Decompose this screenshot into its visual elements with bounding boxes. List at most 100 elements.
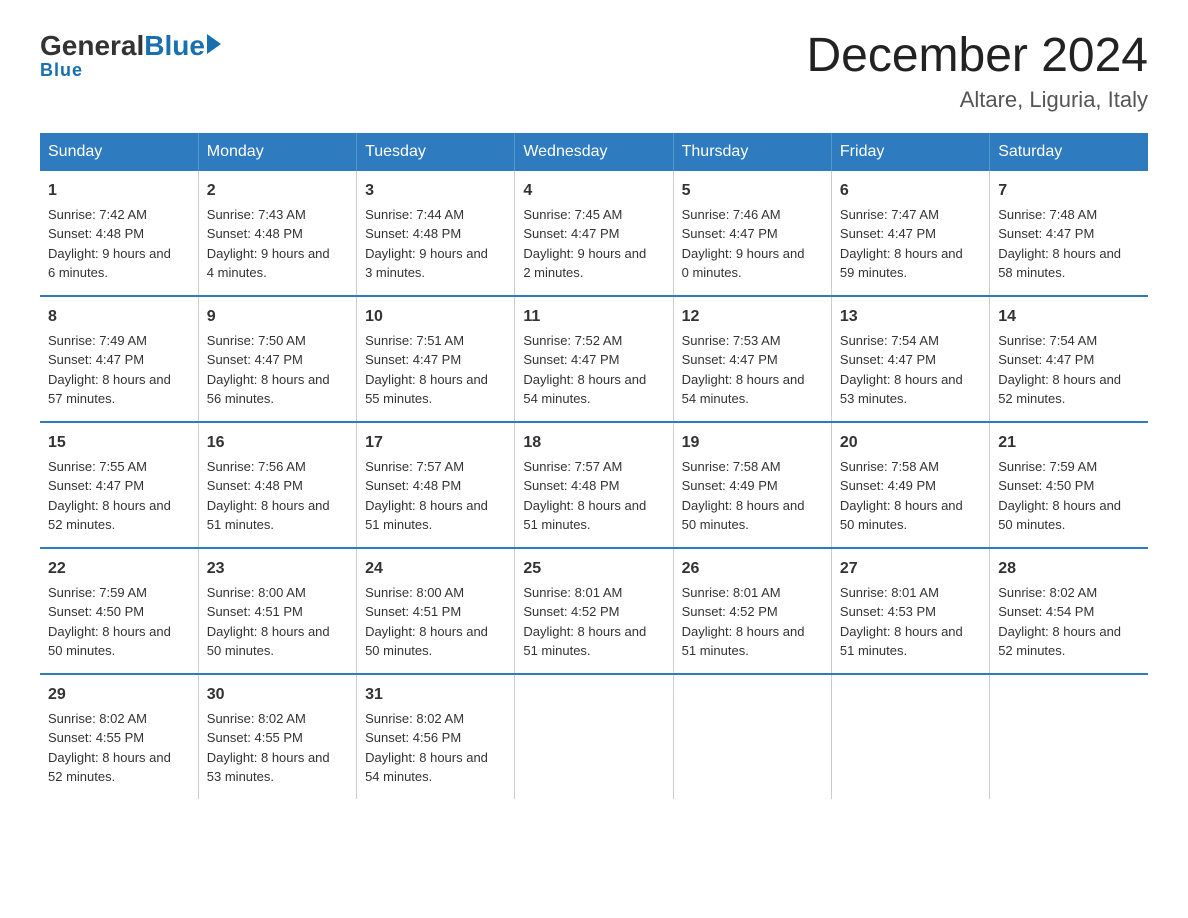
day-number: 31 bbox=[365, 683, 506, 707]
day-info: Sunrise: 7:58 AMSunset: 4:49 PMDaylight:… bbox=[840, 457, 981, 535]
calendar-day-cell: 30Sunrise: 8:02 AMSunset: 4:55 PMDayligh… bbox=[198, 674, 356, 799]
day-info: Sunrise: 7:52 AMSunset: 4:47 PMDaylight:… bbox=[523, 331, 664, 409]
calendar-day-cell: 31Sunrise: 8:02 AMSunset: 4:56 PMDayligh… bbox=[357, 674, 515, 799]
day-number: 5 bbox=[682, 179, 823, 203]
day-info: Sunrise: 8:01 AMSunset: 4:53 PMDaylight:… bbox=[840, 583, 981, 661]
calendar-week-row: 22Sunrise: 7:59 AMSunset: 4:50 PMDayligh… bbox=[40, 548, 1148, 674]
day-info: Sunrise: 7:54 AMSunset: 4:47 PMDaylight:… bbox=[998, 331, 1140, 409]
day-number: 23 bbox=[207, 557, 348, 581]
day-number: 17 bbox=[365, 431, 506, 455]
calendar-day-cell: 8Sunrise: 7:49 AMSunset: 4:47 PMDaylight… bbox=[40, 296, 198, 422]
calendar-week-row: 1Sunrise: 7:42 AMSunset: 4:48 PMDaylight… bbox=[40, 171, 1148, 296]
day-info: Sunrise: 7:45 AMSunset: 4:47 PMDaylight:… bbox=[523, 205, 664, 283]
calendar-day-cell: 14Sunrise: 7:54 AMSunset: 4:47 PMDayligh… bbox=[990, 296, 1148, 422]
day-info: Sunrise: 7:57 AMSunset: 4:48 PMDaylight:… bbox=[365, 457, 506, 535]
day-of-week-header: Friday bbox=[831, 133, 989, 171]
day-number: 3 bbox=[365, 179, 506, 203]
day-of-week-header: Wednesday bbox=[515, 133, 673, 171]
calendar-day-cell: 3Sunrise: 7:44 AMSunset: 4:48 PMDaylight… bbox=[357, 171, 515, 296]
calendar-day-cell: 2Sunrise: 7:43 AMSunset: 4:48 PMDaylight… bbox=[198, 171, 356, 296]
logo-blue-text: Blue bbox=[144, 30, 205, 62]
calendar-day-cell: 18Sunrise: 7:57 AMSunset: 4:48 PMDayligh… bbox=[515, 422, 673, 548]
day-info: Sunrise: 8:00 AMSunset: 4:51 PMDaylight:… bbox=[365, 583, 506, 661]
day-number: 11 bbox=[523, 305, 664, 329]
day-number: 18 bbox=[523, 431, 664, 455]
day-info: Sunrise: 8:02 AMSunset: 4:56 PMDaylight:… bbox=[365, 709, 506, 787]
calendar-day-cell: 22Sunrise: 7:59 AMSunset: 4:50 PMDayligh… bbox=[40, 548, 198, 674]
day-of-week-header: Sunday bbox=[40, 133, 198, 171]
day-info: Sunrise: 7:56 AMSunset: 4:48 PMDaylight:… bbox=[207, 457, 348, 535]
calendar-day-cell bbox=[515, 674, 673, 799]
day-number: 13 bbox=[840, 305, 981, 329]
calendar-day-cell: 27Sunrise: 8:01 AMSunset: 4:53 PMDayligh… bbox=[831, 548, 989, 674]
day-number: 14 bbox=[998, 305, 1140, 329]
day-number: 29 bbox=[48, 683, 190, 707]
day-of-week-header: Saturday bbox=[990, 133, 1148, 171]
day-info: Sunrise: 7:46 AMSunset: 4:47 PMDaylight:… bbox=[682, 205, 823, 283]
calendar-day-cell: 21Sunrise: 7:59 AMSunset: 4:50 PMDayligh… bbox=[990, 422, 1148, 548]
day-number: 15 bbox=[48, 431, 190, 455]
calendar-day-cell: 7Sunrise: 7:48 AMSunset: 4:47 PMDaylight… bbox=[990, 171, 1148, 296]
day-of-week-header: Monday bbox=[198, 133, 356, 171]
calendar-day-cell: 13Sunrise: 7:54 AMSunset: 4:47 PMDayligh… bbox=[831, 296, 989, 422]
day-number: 2 bbox=[207, 179, 348, 203]
day-number: 12 bbox=[682, 305, 823, 329]
calendar-day-cell: 5Sunrise: 7:46 AMSunset: 4:47 PMDaylight… bbox=[673, 171, 831, 296]
day-number: 8 bbox=[48, 305, 190, 329]
day-info: Sunrise: 7:51 AMSunset: 4:47 PMDaylight:… bbox=[365, 331, 506, 409]
calendar-day-cell: 6Sunrise: 7:47 AMSunset: 4:47 PMDaylight… bbox=[831, 171, 989, 296]
day-info: Sunrise: 7:59 AMSunset: 4:50 PMDaylight:… bbox=[48, 583, 190, 661]
logo: General Blue Blue bbox=[40, 30, 221, 81]
calendar-day-cell: 17Sunrise: 7:57 AMSunset: 4:48 PMDayligh… bbox=[357, 422, 515, 548]
day-info: Sunrise: 7:58 AMSunset: 4:49 PMDaylight:… bbox=[682, 457, 823, 535]
day-info: Sunrise: 7:57 AMSunset: 4:48 PMDaylight:… bbox=[523, 457, 664, 535]
day-number: 9 bbox=[207, 305, 348, 329]
calendar-day-cell bbox=[673, 674, 831, 799]
day-of-week-header: Tuesday bbox=[357, 133, 515, 171]
calendar-day-cell: 19Sunrise: 7:58 AMSunset: 4:49 PMDayligh… bbox=[673, 422, 831, 548]
day-number: 21 bbox=[998, 431, 1140, 455]
day-info: Sunrise: 8:02 AMSunset: 4:55 PMDaylight:… bbox=[207, 709, 348, 787]
day-info: Sunrise: 7:50 AMSunset: 4:47 PMDaylight:… bbox=[207, 331, 348, 409]
day-number: 20 bbox=[840, 431, 981, 455]
day-info: Sunrise: 7:43 AMSunset: 4:48 PMDaylight:… bbox=[207, 205, 348, 283]
day-number: 16 bbox=[207, 431, 348, 455]
calendar-day-cell: 4Sunrise: 7:45 AMSunset: 4:47 PMDaylight… bbox=[515, 171, 673, 296]
month-year-title: December 2024 bbox=[806, 30, 1148, 83]
calendar-week-row: 29Sunrise: 8:02 AMSunset: 4:55 PMDayligh… bbox=[40, 674, 1148, 799]
location-subtitle: Altare, Liguria, Italy bbox=[806, 87, 1148, 113]
calendar-day-cell: 28Sunrise: 8:02 AMSunset: 4:54 PMDayligh… bbox=[990, 548, 1148, 674]
day-number: 6 bbox=[840, 179, 981, 203]
calendar-day-cell: 29Sunrise: 8:02 AMSunset: 4:55 PMDayligh… bbox=[40, 674, 198, 799]
day-number: 7 bbox=[998, 179, 1140, 203]
day-number: 26 bbox=[682, 557, 823, 581]
calendar-day-cell: 20Sunrise: 7:58 AMSunset: 4:49 PMDayligh… bbox=[831, 422, 989, 548]
calendar-day-cell: 24Sunrise: 8:00 AMSunset: 4:51 PMDayligh… bbox=[357, 548, 515, 674]
day-info: Sunrise: 8:02 AMSunset: 4:55 PMDaylight:… bbox=[48, 709, 190, 787]
calendar-header-row: SundayMondayTuesdayWednesdayThursdayFrid… bbox=[40, 133, 1148, 171]
day-info: Sunrise: 7:42 AMSunset: 4:48 PMDaylight:… bbox=[48, 205, 190, 283]
calendar-day-cell: 9Sunrise: 7:50 AMSunset: 4:47 PMDaylight… bbox=[198, 296, 356, 422]
calendar-week-row: 15Sunrise: 7:55 AMSunset: 4:47 PMDayligh… bbox=[40, 422, 1148, 548]
calendar-day-cell: 25Sunrise: 8:01 AMSunset: 4:52 PMDayligh… bbox=[515, 548, 673, 674]
day-number: 24 bbox=[365, 557, 506, 581]
day-number: 28 bbox=[998, 557, 1140, 581]
day-info: Sunrise: 7:53 AMSunset: 4:47 PMDaylight:… bbox=[682, 331, 823, 409]
calendar-day-cell: 1Sunrise: 7:42 AMSunset: 4:48 PMDaylight… bbox=[40, 171, 198, 296]
day-info: Sunrise: 7:55 AMSunset: 4:47 PMDaylight:… bbox=[48, 457, 190, 535]
calendar-week-row: 8Sunrise: 7:49 AMSunset: 4:47 PMDaylight… bbox=[40, 296, 1148, 422]
calendar-day-cell: 16Sunrise: 7:56 AMSunset: 4:48 PMDayligh… bbox=[198, 422, 356, 548]
day-of-week-header: Thursday bbox=[673, 133, 831, 171]
day-info: Sunrise: 7:49 AMSunset: 4:47 PMDaylight:… bbox=[48, 331, 190, 409]
day-number: 1 bbox=[48, 179, 190, 203]
day-number: 4 bbox=[523, 179, 664, 203]
title-block: December 2024 Altare, Liguria, Italy bbox=[806, 30, 1148, 113]
day-info: Sunrise: 7:59 AMSunset: 4:50 PMDaylight:… bbox=[998, 457, 1140, 535]
calendar-day-cell: 15Sunrise: 7:55 AMSunset: 4:47 PMDayligh… bbox=[40, 422, 198, 548]
day-info: Sunrise: 7:54 AMSunset: 4:47 PMDaylight:… bbox=[840, 331, 981, 409]
day-info: Sunrise: 8:00 AMSunset: 4:51 PMDaylight:… bbox=[207, 583, 348, 661]
day-number: 19 bbox=[682, 431, 823, 455]
day-number: 10 bbox=[365, 305, 506, 329]
logo-underline: Blue bbox=[40, 60, 83, 81]
page-header: General Blue Blue December 2024 Altare, … bbox=[40, 30, 1148, 113]
